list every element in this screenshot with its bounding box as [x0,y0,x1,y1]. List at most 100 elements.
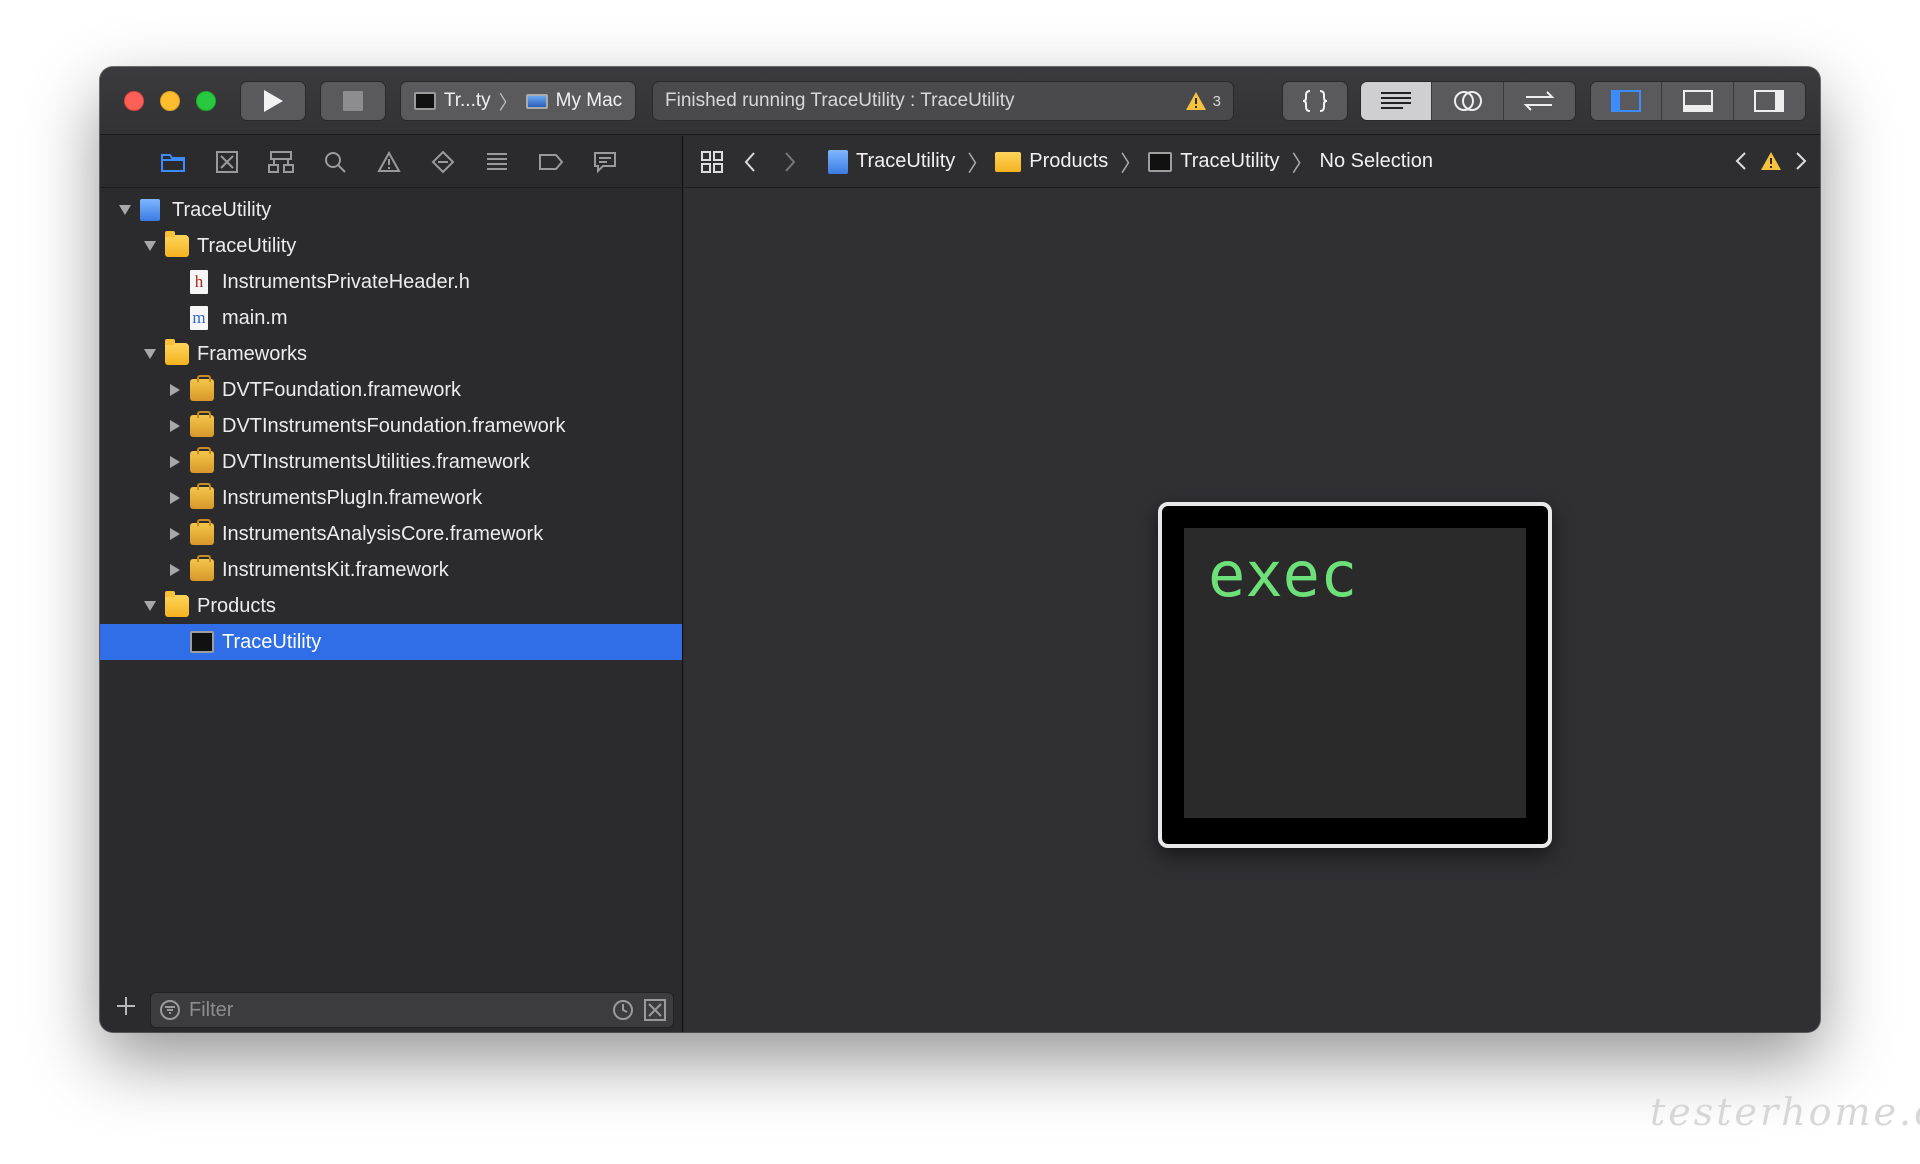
project-navigator-tab[interactable] [160,149,186,175]
project-icon [140,199,160,221]
tree-row-label: DVTInstrumentsFoundation.framework [222,415,566,437]
toggle-inspector-button[interactable] [1733,82,1805,120]
terminal-icon [1148,151,1173,172]
folder-icon [165,231,189,257]
scheme-selector[interactable]: Tr...ty 〉 My Mac [400,81,636,121]
editor-area: TraceUtility 〉 Products 〉 TraceUtility 〉… [684,136,1820,1032]
disclosure-collapsed-icon[interactable] [168,563,182,577]
bottom-panel-icon [1682,90,1713,112]
test-navigator-tab[interactable] [430,149,456,175]
sidebar-right-icon [1754,90,1785,112]
tree-row[interactable]: Frameworks [100,336,682,372]
breadcrumb-executable[interactable]: TraceUtility 〉 [1148,146,1314,178]
tree-row[interactable]: m main.m [100,300,682,336]
warning-count: 3 [1212,92,1221,110]
terminal-icon [413,92,436,110]
stop-button[interactable] [320,81,386,121]
zoom-window-button[interactable] [196,91,216,111]
toggle-navigator-button[interactable] [1591,82,1663,120]
assistant-editor-button[interactable] [1432,82,1504,120]
filter-input[interactable] [189,998,603,1022]
disclosure-expanded-icon[interactable] [118,203,132,217]
breadcrumb-selection[interactable]: No Selection [1320,150,1433,173]
disclosure-collapsed-icon[interactable] [168,383,182,397]
breakpoint-navigator-tab[interactable] [538,149,564,175]
source-control-filter-icon[interactable] [643,998,667,1022]
sidebar-left-icon [1611,90,1642,112]
navigator-selector-bar [100,136,682,188]
add-file-icon[interactable] [114,994,138,1018]
disclosure-expanded-icon[interactable] [143,599,157,613]
framework-icon [190,483,214,509]
debug-navigator-tab[interactable] [484,149,510,175]
issue-navigator-tab[interactable] [376,149,402,175]
scheme-target-label: Tr...ty [443,90,491,111]
previous-issue-icon[interactable] [1734,149,1748,173]
toggle-debug-area-button[interactable] [1662,82,1734,120]
tree-row-label: TraceUtility [222,631,322,653]
symbol-navigator-tab[interactable] [268,149,294,175]
tree-row[interactable]: InstrumentsPlugIn.framework [100,480,682,516]
disclosure-collapsed-icon[interactable] [168,419,182,433]
tree-row-label: InstrumentsPlugIn.framework [222,487,483,509]
editor-mode-segmented-control [1360,81,1576,121]
breadcrumb-products[interactable]: Products 〉 [995,146,1142,178]
report-navigator-tab[interactable] [592,149,618,175]
tree-row[interactable]: DVTFoundation.framework [100,372,682,408]
tree-row[interactable]: TraceUtility [100,624,682,660]
version-editor-button[interactable] [1503,82,1575,120]
objc-file-icon: m [190,306,208,330]
disclosure-expanded-icon[interactable] [143,347,157,361]
tree-row-label: DVTFoundation.framework [222,379,461,401]
exec-label: exec [1208,538,1358,611]
run-button[interactable] [240,81,306,121]
tree-row[interactable]: DVTInstrumentsFoundation.framework [100,408,682,444]
recent-files-icon[interactable] [611,998,635,1022]
warning-icon[interactable] [1760,151,1782,171]
back-arrow-icon[interactable] [742,150,758,174]
tree-row[interactable]: h InstrumentsPrivateHeader.h [100,264,682,300]
standard-editor-button[interactable] [1361,82,1433,120]
magnifier-icon [325,151,346,173]
braces-icon [1302,90,1328,112]
folder-icon [165,339,189,365]
related-items-icon[interactable] [700,150,724,174]
chevron-right-icon: 〉 [967,150,990,176]
folder-outline-icon [161,153,185,172]
framework-icon [190,447,214,473]
source-control-icon [216,150,238,173]
tree-row-label: TraceUtility [197,235,297,257]
tree-row[interactable]: InstrumentsKit.framework [100,552,682,588]
close-window-button[interactable] [124,91,144,111]
next-issue-icon[interactable] [1794,149,1808,173]
tree-row[interactable]: Products [100,588,682,624]
tree-row[interactable]: TraceUtility [100,192,682,228]
tree-row-label: Products [197,595,276,617]
filter-bar [100,984,682,1032]
chevron-right-icon: 〉 [1291,150,1314,176]
tree-row[interactable]: InstrumentsAnalysisCore.framework [100,516,682,552]
framework-icon [190,555,214,581]
folder-icon [165,591,189,617]
minimize-window-button[interactable] [160,91,180,111]
folder-icon [995,151,1022,172]
executable-icon [190,631,214,653]
disclosure-expanded-icon[interactable] [143,239,157,253]
jump-bar: TraceUtility 〉 Products 〉 TraceUtility 〉… [684,136,1820,188]
tree-row[interactable]: DVTInstrumentsUtilities.framework [100,444,682,480]
play-icon [264,90,283,112]
framework-icon [190,375,214,401]
source-control-navigator-tab[interactable] [214,149,240,175]
watermark-text: testerhome.com [1650,1090,1920,1134]
tree-row[interactable]: TraceUtility [100,228,682,264]
disclosure-collapsed-icon[interactable] [168,491,182,505]
filter-field[interactable] [150,992,674,1028]
disclosure-collapsed-icon[interactable] [168,527,182,541]
tree-row-label: InstrumentsAnalysisCore.framework [222,523,544,545]
breadcrumb-project[interactable]: TraceUtility 〉 [828,146,989,178]
warning-icon[interactable] [1185,91,1207,111]
find-navigator-tab[interactable] [322,149,348,175]
library-button[interactable] [1282,81,1348,121]
disclosure-collapsed-icon[interactable] [168,455,182,469]
forward-arrow-icon[interactable] [782,150,798,174]
